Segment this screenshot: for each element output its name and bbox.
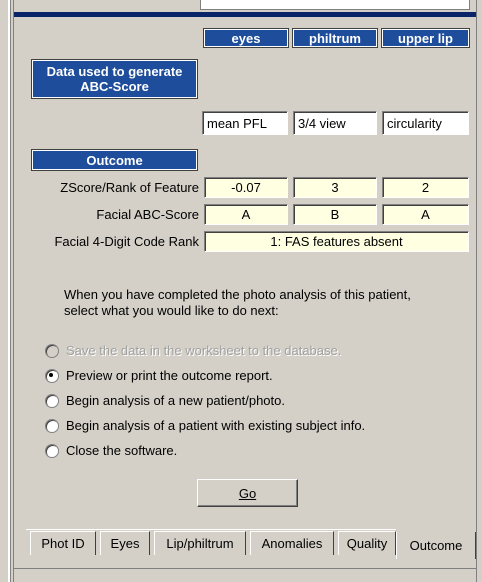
column-header-upper-lip: upper lip	[381, 28, 470, 48]
left-frame	[0, 0, 14, 582]
radio-icon	[45, 343, 59, 358]
tab-strip-edge	[26, 529, 396, 530]
radio-selected-icon	[45, 368, 59, 383]
abc-score-upper-lip: A	[382, 204, 469, 225]
go-button[interactable]: Go	[197, 479, 298, 507]
option-new-patient[interactable]: Begin analysis of a new patient/photo.	[45, 393, 285, 408]
zscore-label: ZScore/Rank of Feature	[60, 180, 199, 195]
tab-quality[interactable]: Quality	[338, 531, 396, 555]
top-title-bar	[14, 12, 476, 17]
radio-icon	[45, 443, 59, 458]
option-label: Save the data in the worksheet to the da…	[66, 343, 342, 358]
zscore-philtrum: 3	[293, 177, 377, 198]
option-close-software[interactable]: Close the software.	[45, 443, 177, 458]
abc-score-label: Facial ABC-Score	[96, 207, 199, 222]
left-frame-edge	[8, 0, 11, 582]
zscore-eyes: -0.07	[204, 177, 288, 198]
option-label: Close the software.	[66, 443, 178, 458]
data-section-header: Data used to generate ABC-Score	[31, 59, 198, 99]
abc-score-philtrum: B	[293, 204, 377, 225]
option-label: Begin analysis of a patient with existin…	[66, 418, 366, 433]
option-label: Begin analysis of a new patient/photo.	[66, 393, 285, 408]
column-header-eyes: eyes	[203, 28, 289, 48]
tab-phot-id[interactable]: Phot ID	[30, 531, 96, 555]
data-value-upper-lip: circularity	[382, 111, 469, 135]
radio-icon	[45, 393, 59, 408]
data-value-philtrum: 3/4 view	[293, 111, 377, 135]
radio-icon	[45, 418, 59, 433]
zscore-upper-lip: 2	[382, 177, 469, 198]
tab-eyes[interactable]: Eyes	[100, 531, 150, 555]
right-frame	[476, 0, 482, 582]
tab-anomalies[interactable]: Anomalies	[250, 531, 334, 555]
code-rank-value: 1: FAS features absent	[204, 231, 469, 252]
abc-score-eyes: A	[204, 204, 288, 225]
code-rank-label: Facial 4-Digit Code Rank	[54, 234, 199, 249]
option-preview-report[interactable]: Preview or print the outcome report.	[45, 368, 273, 383]
tab-lip-philtrum[interactable]: Lip/philtrum	[154, 531, 246, 555]
option-save-to-database[interactable]: Save the data in the worksheet to the da…	[45, 343, 341, 358]
column-header-philtrum: philtrum	[292, 28, 378, 48]
top-partial-field	[200, 0, 470, 10]
option-existing-patient[interactable]: Begin analysis of a patient with existin…	[45, 418, 365, 433]
tab-outcome[interactable]: Outcome	[396, 532, 476, 559]
outcome-section-header: Outcome	[31, 149, 198, 171]
data-value-eyes: mean PFL	[202, 111, 288, 135]
option-label: Preview or print the outcome report.	[66, 368, 273, 383]
bottom-frame	[14, 568, 476, 582]
instruction-text: When you have completed the photo analys…	[64, 287, 411, 318]
